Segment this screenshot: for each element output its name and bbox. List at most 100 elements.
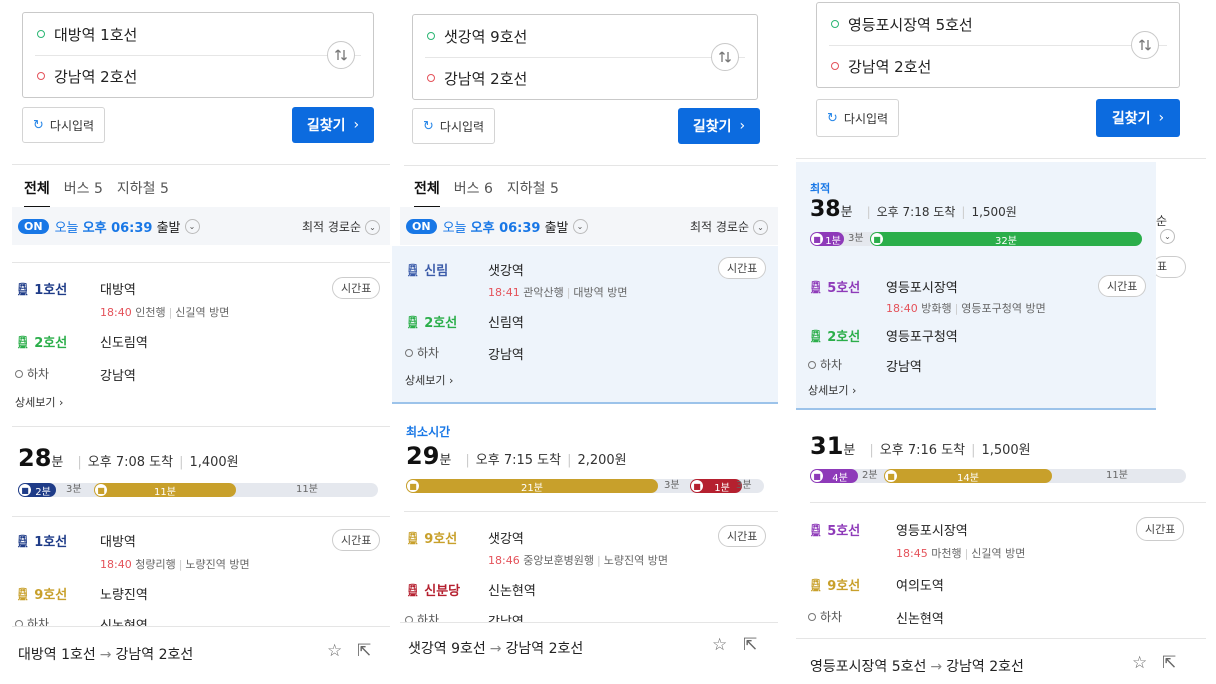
origin-field[interactable]: 대방역 1호선	[23, 13, 373, 55]
getoff-label: 하차	[15, 365, 49, 382]
segment-sinbundang: ■ 1분	[690, 479, 742, 494]
station-name: 강남역	[488, 348, 524, 363]
on-badge[interactable]: ON	[18, 218, 49, 234]
search-button[interactable]: 길찾기 ›	[1096, 99, 1180, 137]
share-icon[interactable]: ⇱	[1162, 653, 1176, 673]
timetable-button[interactable]: 시간표	[332, 529, 381, 551]
getoff-label: 하차	[808, 356, 842, 373]
reset-button[interactable]: ↻ 다시입력	[22, 107, 106, 143]
reset-button[interactable]: ↻ 다시입력	[816, 99, 900, 137]
timetable-button[interactable]: 시간표	[718, 257, 767, 279]
origin-field[interactable]: 영등포시장역 5호선	[817, 3, 1179, 45]
chevron-down-icon[interactable]: ⌄	[184, 218, 200, 234]
refresh-icon: ↻	[33, 117, 44, 133]
station-name: 샛강역	[488, 264, 524, 279]
segment-walk: 3분	[736, 480, 752, 491]
tab-subway[interactable]: 지하철 5	[117, 178, 169, 208]
line-5-label: 🚆︎ 5호선	[808, 522, 861, 540]
tab-subway[interactable]: 지하철 5	[507, 178, 559, 208]
origin-text: 영등포시장역 5호선	[848, 15, 973, 34]
share-icon[interactable]: ⇱	[357, 641, 371, 661]
getoff-label: 하차	[808, 608, 842, 625]
footer-route: 대방역 1호선 → 강남역 2호선	[18, 647, 194, 663]
line-1-label: 🚆︎ 1호선	[15, 281, 68, 299]
timetable-button[interactable]: 시간표	[718, 525, 767, 547]
train-icon: ■	[407, 480, 419, 492]
train-icon: 🚆︎	[15, 586, 31, 601]
more-link[interactable]: 상세보기 ›	[808, 382, 856, 398]
origin-field[interactable]: 샛강역 9호선	[413, 15, 757, 57]
on-badge[interactable]: ON	[406, 218, 437, 234]
divider	[796, 158, 1206, 159]
timetable-button[interactable]: 시간표	[1098, 275, 1147, 297]
route-summary[interactable]: 28 분 | 오후 7:08 도착 | 1,400원	[18, 444, 239, 472]
route-summary[interactable]: 29 분 | 오후 7:15 도착 | 2,200원	[406, 442, 627, 470]
swap-icon	[335, 49, 347, 61]
circle-icon	[808, 360, 816, 369]
timetable-button[interactable]: 시간표	[332, 277, 381, 299]
tab-all[interactable]: 전체	[24, 178, 50, 208]
tab-all[interactable]: 전체	[414, 178, 440, 208]
route-summary[interactable]: 31 분 | 오후 7:16 도착 | 1,500원	[810, 432, 1031, 460]
sort-select[interactable]: 최적 경로순 ⌄	[690, 218, 768, 235]
segment-line9: ■ 11분	[94, 483, 236, 498]
more-link[interactable]: 상세보기 ›	[15, 394, 63, 410]
fastest-tag: 최소시간	[406, 425, 451, 439]
chevron-right-icon: ›	[1158, 110, 1165, 126]
route-panel-3: 영등포시장역 5호선 강남역 2호선 ↻ 다시입력 길찾기 › 순 ⌄ 표 최적 …	[796, 0, 1206, 684]
destination-field[interactable]: 강남역 2호선	[23, 55, 373, 97]
divider	[12, 626, 390, 627]
chevron-down-icon[interactable]: ⌄	[572, 218, 588, 234]
swap-button[interactable]	[1131, 31, 1159, 59]
train-detail: 18:45 마천행 | 신길역 방면	[896, 547, 1026, 560]
segment-line9: ■ 21분	[406, 479, 658, 494]
train-icon: 🚆︎	[808, 328, 824, 343]
route-input-box: 영등포시장역 5호선 강남역 2호선	[816, 2, 1180, 88]
more-link[interactable]: 상세보기 ›	[405, 372, 453, 388]
train-icon: 🚆︎	[405, 262, 421, 277]
chevron-down-icon: ⌄	[1160, 229, 1175, 244]
train-icon: ■	[19, 484, 31, 496]
station-name: 영등포시장역	[896, 524, 968, 539]
sort-select[interactable]: 최적 경로순 ⌄	[302, 218, 380, 235]
best-tag: 최적	[810, 182, 831, 195]
result-tabs: 전체 버스 5 지하철 5	[24, 178, 169, 208]
destination-field[interactable]: 강남역 2호선	[413, 57, 757, 99]
segment-walk: 3분	[66, 484, 82, 495]
divider	[12, 516, 390, 517]
share-icon[interactable]: ⇱	[743, 635, 757, 655]
segment-walk: 2분	[862, 470, 878, 481]
route-summary[interactable]: 38 분 | 오후 7:18 도착 | 1,500원	[810, 197, 1017, 222]
tab-bus[interactable]: 버스 5	[64, 178, 103, 208]
train-icon: ■	[885, 470, 897, 482]
star-icon[interactable]: ☆	[712, 635, 727, 655]
swap-button[interactable]	[711, 43, 739, 71]
station-name: 강남역	[100, 369, 136, 384]
search-label: 길찾기	[306, 118, 346, 134]
refresh-icon: ↻	[423, 118, 434, 134]
search-label: 길찾기	[1111, 111, 1151, 127]
timetable-button[interactable]: 시간표	[1136, 517, 1185, 541]
sort-select-partial[interactable]: 순 ⌄	[1156, 212, 1186, 244]
line-1-label: 🚆︎ 1호선	[15, 533, 68, 551]
destination-field[interactable]: 강남역 2호선	[817, 45, 1179, 87]
origin-text: 샛강역 9호선	[444, 27, 528, 46]
train-detail: 18:40 인천행 | 신길역 방면	[100, 306, 230, 319]
departure-time[interactable]: 오늘 오후 06:39 출발	[55, 217, 181, 236]
tab-bus[interactable]: 버스 6	[454, 178, 493, 208]
star-icon[interactable]: ☆	[327, 641, 342, 661]
search-button[interactable]: 길찾기 ›	[292, 107, 374, 143]
line-2-label: 🚆︎ 2호선	[808, 328, 861, 346]
departure-time[interactable]: 오늘 오후 06:39 출발	[443, 217, 569, 236]
route-input-box: 샛강역 9호선 강남역 2호선	[412, 14, 758, 100]
reset-button[interactable]: ↻ 다시입력	[412, 108, 496, 144]
segment-line5: ■ 4분	[810, 469, 858, 484]
chevron-down-icon: ⌄	[365, 219, 380, 235]
train-detail: 18:46 중앙보훈병원행 | 노량진역 방면	[488, 554, 668, 567]
timetable-button-partial[interactable]: 표	[1152, 256, 1186, 278]
swap-button[interactable]	[327, 41, 355, 69]
star-icon[interactable]: ☆	[1132, 653, 1147, 673]
divider	[796, 638, 1206, 639]
search-button[interactable]: 길찾기 ›	[678, 108, 760, 144]
station-name: 영등포구청역	[886, 330, 958, 345]
